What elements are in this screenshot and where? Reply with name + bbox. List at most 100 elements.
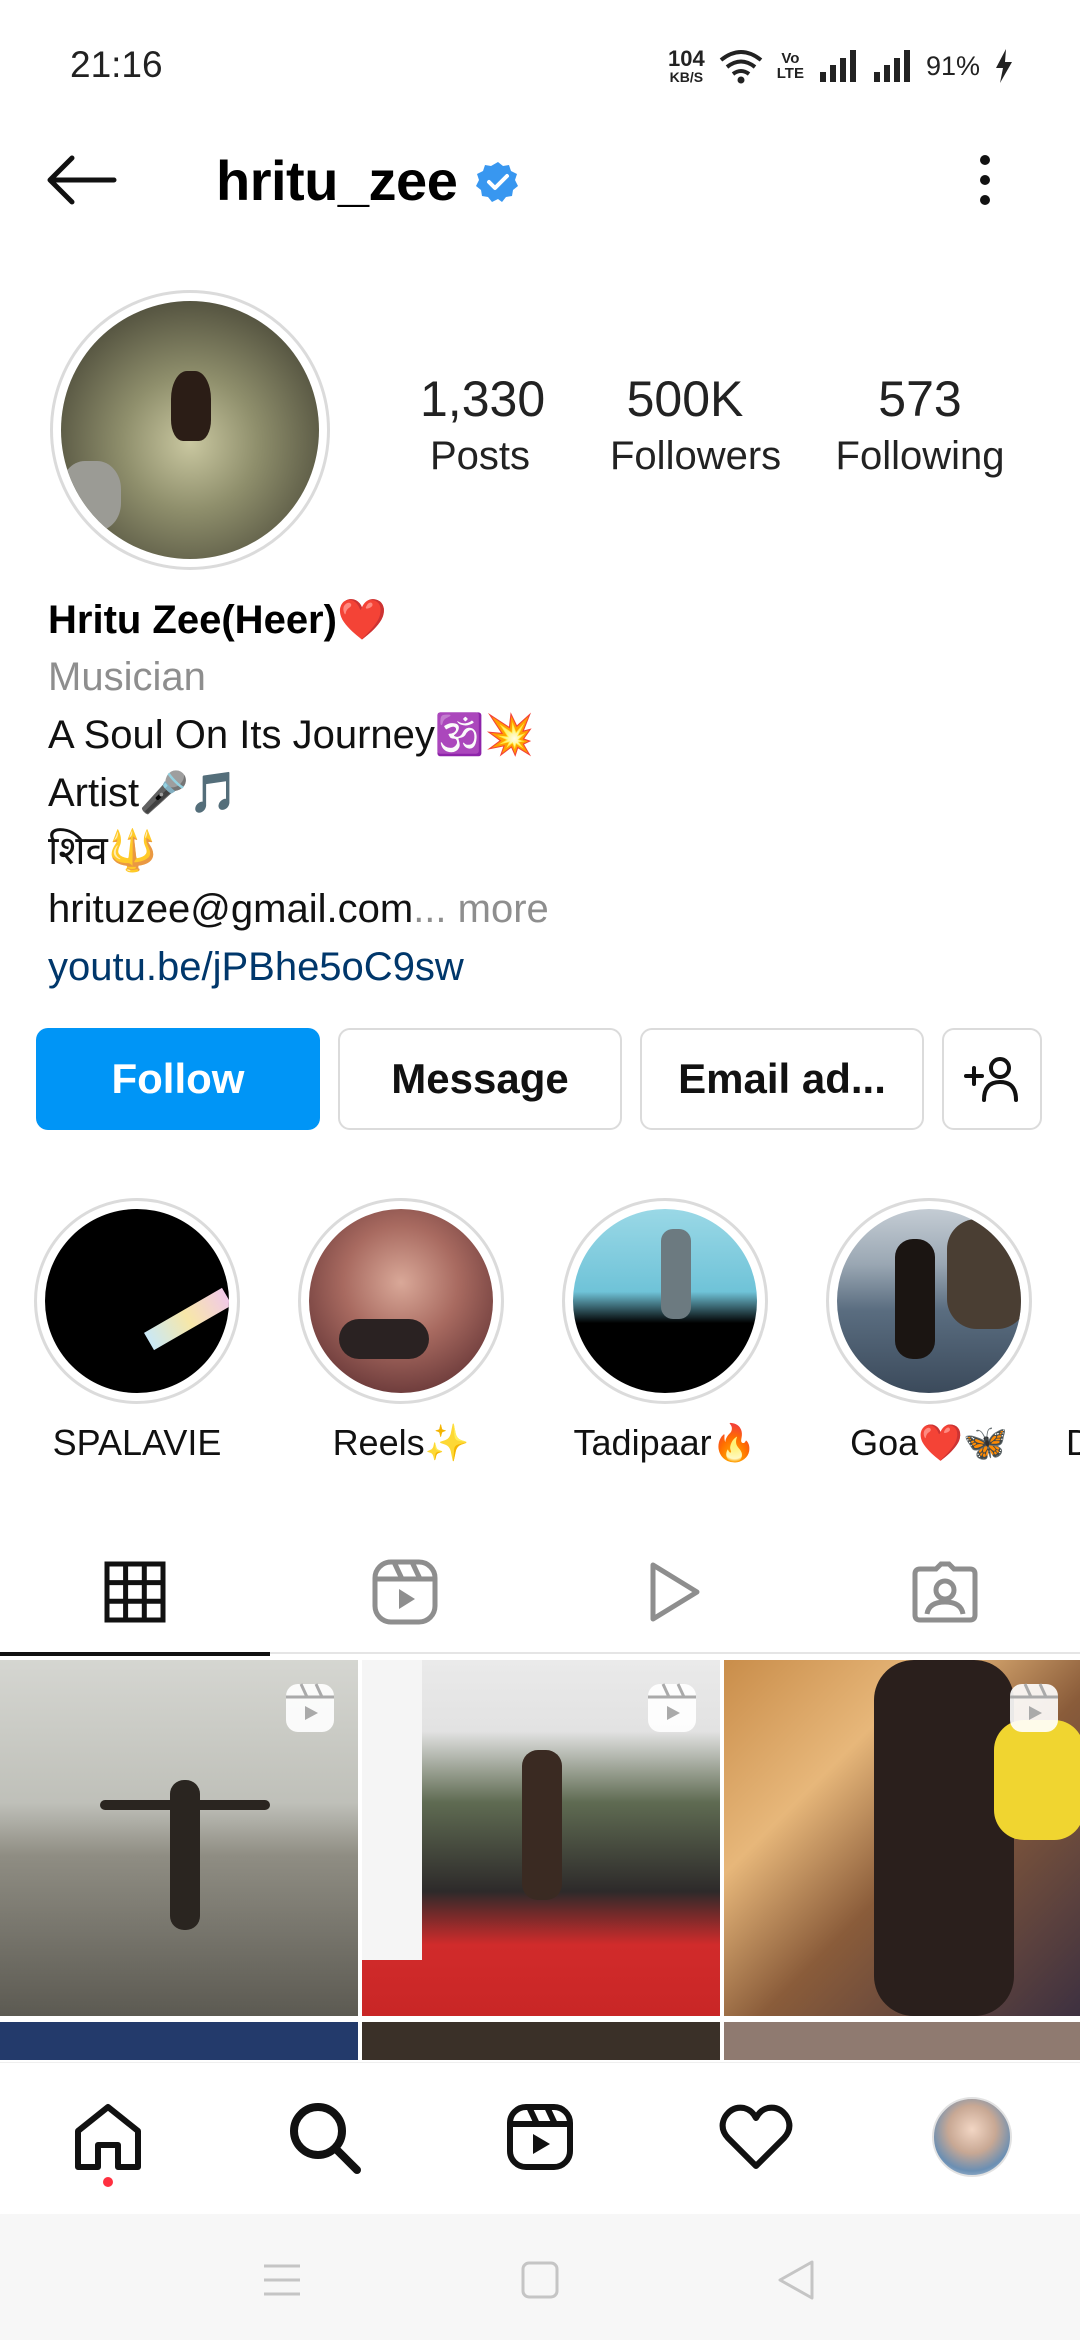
followers-stat[interactable]: 500K Followers bbox=[610, 370, 782, 479]
tab-grid[interactable] bbox=[0, 1530, 270, 1656]
arrow-left-icon bbox=[47, 155, 117, 205]
highlight-ring bbox=[562, 1198, 768, 1404]
square-icon bbox=[521, 2261, 559, 2299]
bio-email-line: hrituzee@gmail.com... more bbox=[48, 880, 1028, 938]
highlight-label: SPALAVIE bbox=[52, 1422, 222, 1463]
highlight-ring bbox=[298, 1198, 504, 1404]
volte-bottom: LTE bbox=[776, 65, 804, 82]
highlight-cover bbox=[837, 1209, 1021, 1393]
highlight-item[interactable]: SPALAVIE bbox=[34, 1198, 240, 1464]
highlight-cover bbox=[45, 1209, 229, 1393]
menu-icon bbox=[264, 2264, 300, 2296]
reels-icon bbox=[372, 1559, 438, 1625]
wifi-icon bbox=[719, 50, 762, 84]
bottom-navigation bbox=[0, 2062, 1080, 2214]
profile-stats: 1,330 Posts 500K Followers 573 Following bbox=[400, 370, 1040, 490]
highlight-cover bbox=[573, 1209, 757, 1393]
home-icon bbox=[75, 2104, 141, 2170]
nav-activity[interactable] bbox=[716, 2097, 796, 2177]
network-speed: 104 KB/S bbox=[668, 46, 705, 85]
highlight-ring bbox=[34, 1198, 240, 1404]
signal-icon bbox=[819, 50, 856, 82]
volte-top: Vo bbox=[781, 50, 800, 67]
followers-count: 500K bbox=[626, 371, 744, 427]
play-icon bbox=[650, 1562, 700, 1622]
followers-label: Followers bbox=[610, 434, 782, 478]
nav-profile-avatar bbox=[932, 2097, 1012, 2177]
bio-line: A Soul On Its Journey🕉️💥 bbox=[48, 713, 535, 757]
follow-button[interactable]: Follow bbox=[36, 1028, 320, 1130]
post-thumbnail[interactable] bbox=[362, 2022, 720, 2060]
highlight-label: D bbox=[1066, 1422, 1080, 1463]
highlight-label: Tadipaar🔥 bbox=[573, 1422, 757, 1463]
charging-icon bbox=[996, 49, 1012, 83]
profile-header: hritu_zee bbox=[0, 130, 1080, 230]
back-system-button[interactable] bbox=[766, 2250, 826, 2310]
highlight-item[interactable]: Goa❤️🦋 bbox=[826, 1198, 1032, 1464]
more-options-button[interactable] bbox=[960, 150, 1010, 210]
highlight-cover bbox=[309, 1209, 493, 1393]
following-stat[interactable]: 573 Following bbox=[830, 370, 1010, 479]
back-button[interactable] bbox=[42, 150, 122, 210]
post-thumbnail[interactable] bbox=[724, 2022, 1080, 2060]
post-thumbnail[interactable] bbox=[724, 1660, 1080, 2016]
nav-profile[interactable] bbox=[932, 2097, 1012, 2177]
bio-link[interactable]: youtu.be/jPBhe5oC9sw bbox=[48, 938, 1028, 996]
highlight-item[interactable]: Tadipaar🔥 bbox=[562, 1198, 768, 1464]
profile-actions: Follow Message Email ad... bbox=[36, 1028, 1044, 1130]
reel-badge-icon bbox=[648, 1683, 696, 1732]
profile-display-name: Hritu Zee(Heer)❤️ bbox=[48, 598, 387, 642]
tab-reels[interactable] bbox=[270, 1530, 540, 1654]
tab-videos[interactable] bbox=[540, 1530, 810, 1654]
highlight-ring bbox=[826, 1198, 1032, 1404]
nav-home[interactable] bbox=[68, 2097, 148, 2177]
nav-search[interactable] bbox=[284, 2097, 364, 2177]
highlight-label: Reels✨ bbox=[332, 1422, 470, 1463]
network-speed-value: 104 bbox=[668, 46, 705, 71]
profile-tabs bbox=[0, 1530, 1080, 1656]
triangle-back-icon bbox=[778, 2260, 814, 2300]
profile-avatar bbox=[61, 301, 319, 559]
post-thumbnail[interactable] bbox=[362, 1660, 720, 2016]
posts-count: 1,330 bbox=[420, 371, 546, 427]
profile-avatar-ring[interactable] bbox=[50, 290, 330, 570]
following-label: Following bbox=[835, 434, 1005, 478]
bio-more-link[interactable]: ... more bbox=[413, 887, 549, 931]
nav-reels[interactable] bbox=[500, 2097, 580, 2177]
status-indicators: 104 KB/S Vo LTE 91% bbox=[668, 44, 1014, 88]
tagged-icon bbox=[912, 1561, 978, 1623]
battery-percentage: 91% bbox=[925, 50, 980, 81]
reels-icon bbox=[507, 2104, 573, 2170]
status-bar: 21:16 104 KB/S Vo LTE 91% bbox=[0, 0, 1080, 130]
network-speed-unit: KB/S bbox=[669, 69, 704, 85]
highlight-item[interactable]: D bbox=[1066, 1198, 1080, 1464]
add-person-icon bbox=[964, 1057, 1018, 1102]
volte-indicator: Vo LTE bbox=[777, 51, 804, 81]
highlight-item[interactable]: Reels✨ bbox=[298, 1198, 504, 1464]
posts-grid bbox=[0, 1660, 1080, 2060]
verified-badge-icon bbox=[476, 162, 518, 202]
post-thumbnail[interactable] bbox=[0, 2022, 358, 2060]
bio-line: Artist🎤🎵 bbox=[48, 771, 239, 815]
home-system-button[interactable] bbox=[510, 2250, 570, 2310]
grid-icon bbox=[104, 1561, 166, 1623]
message-button[interactable]: Message bbox=[338, 1028, 622, 1130]
bio-line: शिव🔱 bbox=[48, 829, 158, 873]
status-time: 21:16 bbox=[70, 44, 163, 85]
tab-tagged[interactable] bbox=[810, 1530, 1080, 1654]
posts-stat[interactable]: 1,330 Posts bbox=[420, 370, 546, 479]
email-button[interactable]: Email ad... bbox=[640, 1028, 924, 1130]
story-highlights: SPALAVIE Reels✨ Tadipaar🔥 Goa❤️🦋 D bbox=[0, 1198, 1080, 1478]
posts-label: Posts bbox=[429, 434, 531, 478]
reel-badge-icon bbox=[1010, 1683, 1058, 1732]
system-navigation-bar bbox=[0, 2214, 1080, 2340]
suggest-people-button[interactable] bbox=[942, 1028, 1042, 1130]
post-thumbnail[interactable] bbox=[0, 1660, 358, 2016]
profile-username: hritu_zee bbox=[216, 149, 458, 212]
home-notification-dot bbox=[103, 2177, 113, 2187]
reel-badge-icon bbox=[286, 1683, 334, 1732]
following-count: 573 bbox=[878, 371, 962, 427]
recent-apps-button[interactable] bbox=[252, 2250, 312, 2310]
highlight-label: Goa❤️🦋 bbox=[850, 1422, 1008, 1463]
profile-category: Musician bbox=[48, 655, 206, 699]
